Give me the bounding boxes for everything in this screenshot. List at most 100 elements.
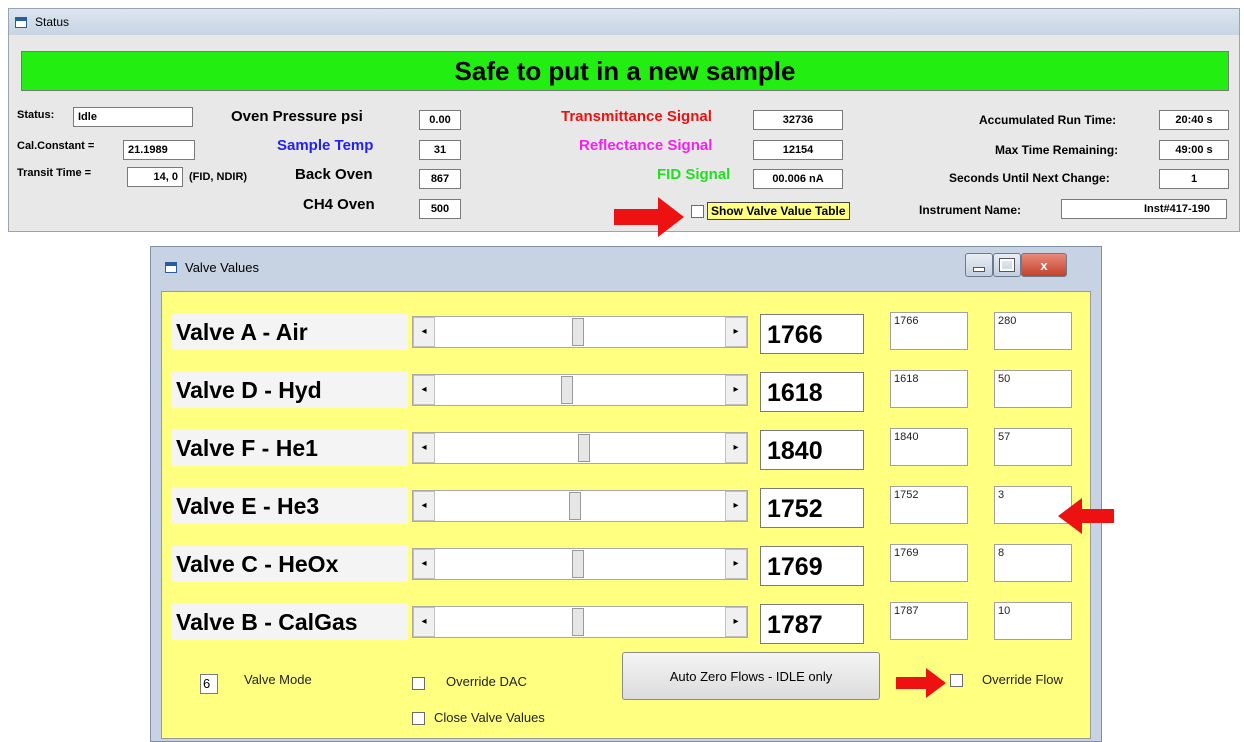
valve-dac-field[interactable]: 1787 xyxy=(890,602,968,640)
instrument-name-field[interactable]: Inst#417-190 xyxy=(1061,199,1227,219)
seconds-until-change-field[interactable]: 1 xyxy=(1159,169,1229,189)
maximize-button[interactable] xyxy=(993,253,1021,277)
scroll-right-icon[interactable]: ▸ xyxy=(725,433,747,463)
valve-dac-field[interactable]: 1766 xyxy=(890,312,968,350)
valve-name-label: Valve A - Air xyxy=(172,314,408,350)
valve-dac-field[interactable]: 1752 xyxy=(890,486,968,524)
window-icon xyxy=(15,16,27,28)
close-valve-values-checkbox[interactable] xyxy=(412,712,425,725)
valve-slider[interactable]: ◂ ▸ xyxy=(412,548,748,580)
override-dac-checkbox[interactable] xyxy=(412,677,425,690)
valve-flow-field[interactable]: 57 xyxy=(994,428,1072,466)
override-flow-label: Override Flow xyxy=(982,672,1063,687)
scroll-right-icon[interactable]: ▸ xyxy=(725,607,747,637)
close-button[interactable]: x xyxy=(1021,253,1067,277)
valve-flow-field[interactable]: 50 xyxy=(994,370,1072,408)
valve-slider[interactable]: ◂ ▸ xyxy=(412,490,748,522)
close-valve-values-label: Close Valve Values xyxy=(434,710,545,725)
scroll-left-icon[interactable]: ◂ xyxy=(413,375,435,405)
sample-temp-label: Sample Temp xyxy=(277,137,374,154)
transit-time-label: Transit Time = xyxy=(17,167,92,179)
minimize-button[interactable] xyxy=(965,253,993,277)
reflectance-field[interactable]: 12154 xyxy=(753,140,843,160)
scroll-right-icon[interactable]: ▸ xyxy=(725,375,747,405)
slider-thumb[interactable] xyxy=(572,318,584,346)
valve-dac-field[interactable]: 1840 xyxy=(890,428,968,466)
valve-name-label: Valve D - Hyd xyxy=(172,372,408,408)
valve-slider[interactable]: ◂ ▸ xyxy=(412,316,748,348)
override-flow-checkbox[interactable] xyxy=(950,674,963,687)
transit-suffix: (FID, NDIR) xyxy=(189,171,248,183)
seconds-until-change-label: Seconds Until Next Change: xyxy=(949,171,1110,185)
cal-constant-label: Cal.Constant = xyxy=(17,140,95,152)
back-oven-label: Back Oven xyxy=(295,166,373,183)
valve-values-window: Valve Values x Valve A - Air ◂ ▸ 1766 1766 28… xyxy=(150,246,1102,742)
status-window-title: Status xyxy=(35,15,70,29)
valve-mode-label: Valve Mode xyxy=(244,672,312,687)
auto-zero-flows-button[interactable]: Auto Zero Flows - IDLE only xyxy=(622,652,880,700)
valve-name-label: Valve B - CalGas xyxy=(172,604,408,640)
accumulated-run-time-field[interactable]: 20:40 s xyxy=(1159,110,1229,130)
red-arrow-icon xyxy=(614,197,684,237)
show-valve-table-label[interactable]: Show Valve Value Table xyxy=(707,202,850,220)
sample-temp-field[interactable]: 31 xyxy=(419,140,461,160)
valve-value-field[interactable]: 1787 xyxy=(760,604,864,644)
red-arrow-icon xyxy=(1058,498,1114,534)
valve-slider[interactable]: ◂ ▸ xyxy=(412,432,748,464)
scroll-right-icon[interactable]: ▸ xyxy=(725,317,747,347)
valve-slider[interactable]: ◂ ▸ xyxy=(412,374,748,406)
status-label: Status: xyxy=(17,109,55,121)
show-valve-table-checkbox[interactable] xyxy=(691,205,704,218)
fid-signal-field[interactable]: 00.006 nA xyxy=(753,169,843,189)
ch4-oven-field[interactable]: 500 xyxy=(419,199,461,219)
scroll-left-icon[interactable]: ◂ xyxy=(413,317,435,347)
instrument-name-label: Instrument Name: xyxy=(919,203,1022,217)
valve-dac-field[interactable]: 1618 xyxy=(890,370,968,408)
valve-name-label: Valve E - He3 xyxy=(172,488,408,524)
scroll-left-icon[interactable]: ◂ xyxy=(413,549,435,579)
scroll-right-icon[interactable]: ▸ xyxy=(725,491,747,521)
maximize-icon xyxy=(999,258,1015,272)
oven-pressure-label: Oven Pressure psi xyxy=(231,108,363,125)
valve-dac-field[interactable]: 1769 xyxy=(890,544,968,582)
status-field[interactable]: Idle xyxy=(73,107,193,127)
max-time-remaining-label: Max Time Remaining: xyxy=(995,143,1119,157)
valve-name-label: Valve F - He1 xyxy=(172,430,408,466)
valve-value-field[interactable]: 1769 xyxy=(760,546,864,586)
ch4-oven-label: CH4 Oven xyxy=(303,196,375,213)
valve-slider[interactable]: ◂ ▸ xyxy=(412,606,748,638)
status-window: Status Safe to put in a new sample Statu… xyxy=(8,8,1240,237)
transmittance-field[interactable]: 32736 xyxy=(753,110,843,130)
minimize-icon xyxy=(973,266,985,272)
valve-flow-field[interactable]: 8 xyxy=(994,544,1072,582)
valve-titlebar[interactable]: Valve Values xyxy=(151,247,1101,287)
oven-pressure-field[interactable]: 0.00 xyxy=(419,110,461,130)
valve-value-field[interactable]: 1840 xyxy=(760,430,864,470)
slider-thumb[interactable] xyxy=(561,376,573,404)
cal-constant-field[interactable]: 21.1989 xyxy=(123,140,195,160)
slider-thumb[interactable] xyxy=(572,550,584,578)
valve-value-field[interactable]: 1766 xyxy=(760,314,864,354)
back-oven-field[interactable]: 867 xyxy=(419,169,461,189)
valve-value-field[interactable]: 1618 xyxy=(760,372,864,412)
valve-name-label: Valve C - HeOx xyxy=(172,546,408,582)
slider-thumb[interactable] xyxy=(578,434,590,462)
valve-value-field[interactable]: 1752 xyxy=(760,488,864,528)
scroll-right-icon[interactable]: ▸ xyxy=(725,549,747,579)
valve-mode-field[interactable]: 6 xyxy=(200,674,218,694)
slider-thumb[interactable] xyxy=(569,492,581,520)
valve-flow-field[interactable]: 280 xyxy=(994,312,1072,350)
reflectance-label: Reflectance Signal xyxy=(579,137,713,154)
transit-time-field[interactable]: 14, 0 xyxy=(127,167,183,187)
status-titlebar[interactable]: Status xyxy=(9,9,1239,35)
window-icon xyxy=(165,261,177,273)
max-time-remaining-field[interactable]: 49:00 s xyxy=(1159,140,1229,160)
fid-signal-label: FID Signal xyxy=(657,166,731,183)
valve-flow-field[interactable]: 10 xyxy=(994,602,1072,640)
valve-window-title: Valve Values xyxy=(185,259,259,275)
scroll-left-icon[interactable]: ◂ xyxy=(413,607,435,637)
scroll-left-icon[interactable]: ◂ xyxy=(413,433,435,463)
slider-thumb[interactable] xyxy=(572,608,584,636)
scroll-left-icon[interactable]: ◂ xyxy=(413,491,435,521)
valve-client-area: Valve A - Air ◂ ▸ 1766 1766 280 Valve D - Hyd ◂… xyxy=(161,291,1091,739)
